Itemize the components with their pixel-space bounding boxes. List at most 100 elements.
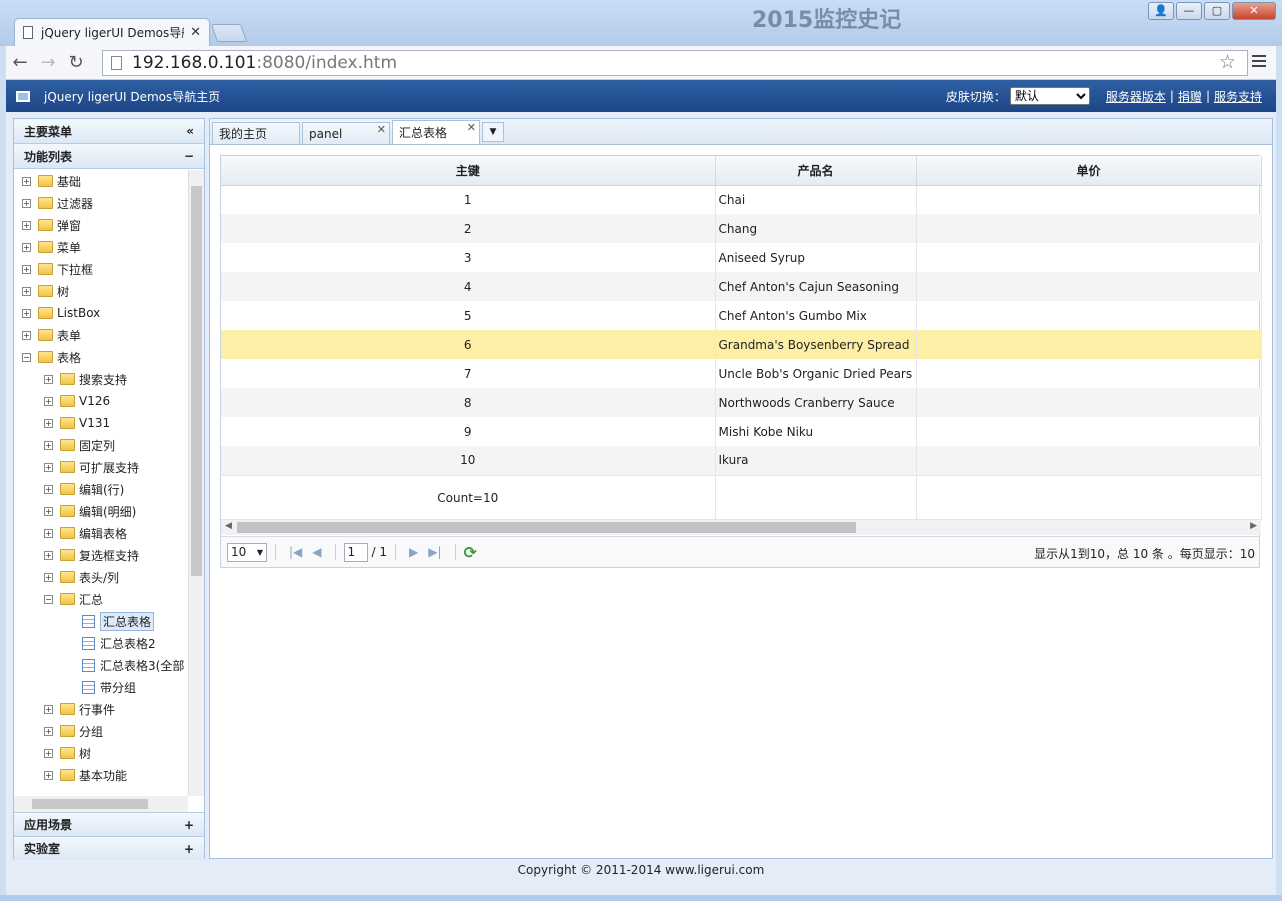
tree-horizontal-scrollbar[interactable] [14,796,188,812]
tree-node[interactable]: + 编辑表格 [14,522,204,544]
new-tab-button[interactable] [210,24,248,42]
tree-vertical-scrollbar[interactable] [188,170,204,796]
table-row[interactable]: 10 Ikura [221,446,1262,475]
minimize-button[interactable]: — [1176,2,1202,20]
address-bar[interactable]: 192.168.0.101:8080/index.htm [102,50,1248,76]
column-header-product[interactable]: 产品名 [715,156,917,186]
accordion-app-scenarios[interactable]: 应用场景 + [14,812,204,836]
refresh-icon[interactable]: ⟳ [464,543,477,562]
expand-toggle-icon[interactable]: + [44,484,53,494]
expand-toggle-icon[interactable]: + [44,418,53,428]
expand-toggle-icon[interactable]: + [44,462,53,472]
tree-node[interactable]: + 基础 [14,170,204,192]
tree-node[interactable]: 汇总表格2 [14,632,204,654]
expand-toggle-icon[interactable]: + [44,550,53,560]
tab-panel[interactable]: panel ✕ [302,122,390,144]
reload-icon[interactable]: ↻ [62,52,90,73]
tree-node[interactable]: + 编辑(明细) [14,500,204,522]
expand-toggle-icon[interactable]: + [22,198,31,208]
tree-node[interactable]: 汇总表格 [14,610,204,632]
bookmark-star-icon[interactable]: ☆ [1219,51,1236,73]
maximize-button[interactable]: ▢ [1204,2,1230,20]
tree-node[interactable]: − 表格 [14,346,204,368]
table-row[interactable]: 9 Mishi Kobe Niku [221,417,1262,446]
collapse-left-icon[interactable]: « [186,124,194,138]
expand-toggle-icon[interactable]: + [44,572,53,582]
expand-toggle-icon[interactable]: + [22,264,31,274]
expand-toggle-icon[interactable]: + [22,286,31,296]
back-arrow-icon[interactable]: ← [6,52,34,73]
table-row[interactable]: 6 Grandma's Boysenberry Spread [221,330,1262,359]
tree-node[interactable]: + 搜索支持 [14,368,204,390]
table-row[interactable]: 4 Chef Anton's Cajun Seasoning [221,272,1262,301]
tab-summary-grid[interactable]: 汇总表格 ✕ [392,120,480,144]
expand-toggle-icon[interactable]: + [22,308,31,318]
skin-select[interactable]: 默认 [1009,87,1090,105]
tree-node[interactable]: + 固定列 [14,434,204,456]
tree-node[interactable]: + V126 [14,390,204,412]
tree-node[interactable]: + 菜单 [14,236,204,258]
close-icon[interactable]: ✕ [377,123,386,136]
page-size-select[interactable]: 10 [227,542,267,562]
tree-node[interactable]: + ListBox [14,302,204,324]
tree-node[interactable]: + 编辑(行) [14,478,204,500]
tree-node[interactable]: + 下拉框 [14,258,204,280]
last-page-icon[interactable]: ▶| [428,545,441,559]
prev-page-icon[interactable]: ◀ [312,545,321,559]
tree-node[interactable]: + 表头/列 [14,566,204,588]
expand-toggle-icon[interactable]: + [44,748,53,758]
tree-node[interactable]: + 过滤器 [14,192,204,214]
tree-node[interactable]: + 复选框支持 [14,544,204,566]
table-row[interactable]: 1 Chai [221,185,1262,214]
link-service-support[interactable]: 服务支持 [1214,88,1262,105]
menu-icon[interactable] [1252,52,1266,70]
page-number-input[interactable]: 1 [343,542,368,562]
tree-node[interactable]: + 树 [14,280,204,302]
expand-toggle-icon[interactable]: + [44,770,53,780]
tree-node[interactable]: − 汇总 [14,588,204,610]
tree-node[interactable]: + 弹窗 [14,214,204,236]
tree-node[interactable]: + V131 [14,412,204,434]
link-server-version[interactable]: 服务器版本 [1106,88,1166,105]
first-page-icon[interactable]: |◀ [289,545,302,559]
expand-toggle-icon[interactable]: + [22,220,31,230]
expand-toggle-icon[interactable]: + [44,506,53,516]
tab-menu-dropdown-icon[interactable]: ▼ [482,122,504,142]
tree-node[interactable]: 带分组 [14,676,204,698]
tree-node[interactable]: + 表单 [14,324,204,346]
column-header-id[interactable]: 主键 [221,156,716,186]
expand-toggle-icon[interactable]: + [44,726,53,736]
collapse-toggle-icon[interactable]: − [22,352,31,362]
tree-node[interactable]: + 基本功能 [14,764,204,786]
next-page-icon[interactable]: ▶ [409,545,418,559]
close-window-button[interactable]: ✕ [1232,2,1276,20]
expand-toggle-icon[interactable]: + [44,374,53,384]
minus-icon[interactable]: − [184,149,194,163]
forward-arrow-icon[interactable]: → [34,52,62,73]
expand-toggle-icon[interactable]: + [22,242,31,252]
table-row[interactable]: 2 Chang [221,214,1262,243]
tree-node[interactable]: + 行事件 [14,698,204,720]
expand-toggle-icon[interactable]: + [44,440,53,450]
expand-toggle-icon[interactable]: + [44,704,53,714]
table-row[interactable]: 7 Uncle Bob's Organic Dried Pears [221,359,1262,388]
expand-toggle-icon[interactable]: + [44,528,53,538]
expand-toggle-icon[interactable]: + [22,176,31,186]
close-tab-icon[interactable]: ✕ [190,25,201,40]
grid-horizontal-scrollbar[interactable]: ◀ ▶ [221,519,1261,535]
table-row[interactable]: 3 Aniseed Syrup [221,243,1262,272]
function-list-header[interactable]: 功能列表 − [14,144,204,169]
browser-tab[interactable]: jQuery ligerUI Demos导航 ✕ [14,18,210,46]
plus-icon[interactable]: + [184,842,194,856]
user-icon[interactable]: 👤 [1148,2,1174,20]
plus-icon[interactable]: + [184,818,194,832]
collapse-toggle-icon[interactable]: − [44,594,53,604]
expand-toggle-icon[interactable]: + [44,396,53,406]
tree-node[interactable]: + 可扩展支持 [14,456,204,478]
tree-node[interactable]: + 树 [14,742,204,764]
tab-home[interactable]: 我的主页 [212,122,300,144]
table-row[interactable]: 8 Northwoods Cranberry Sauce [221,388,1262,417]
accordion-lab[interactable]: 实验室 + [14,836,204,860]
tree-node[interactable]: + 分组 [14,720,204,742]
link-donate[interactable]: 捐赠 [1178,88,1202,105]
